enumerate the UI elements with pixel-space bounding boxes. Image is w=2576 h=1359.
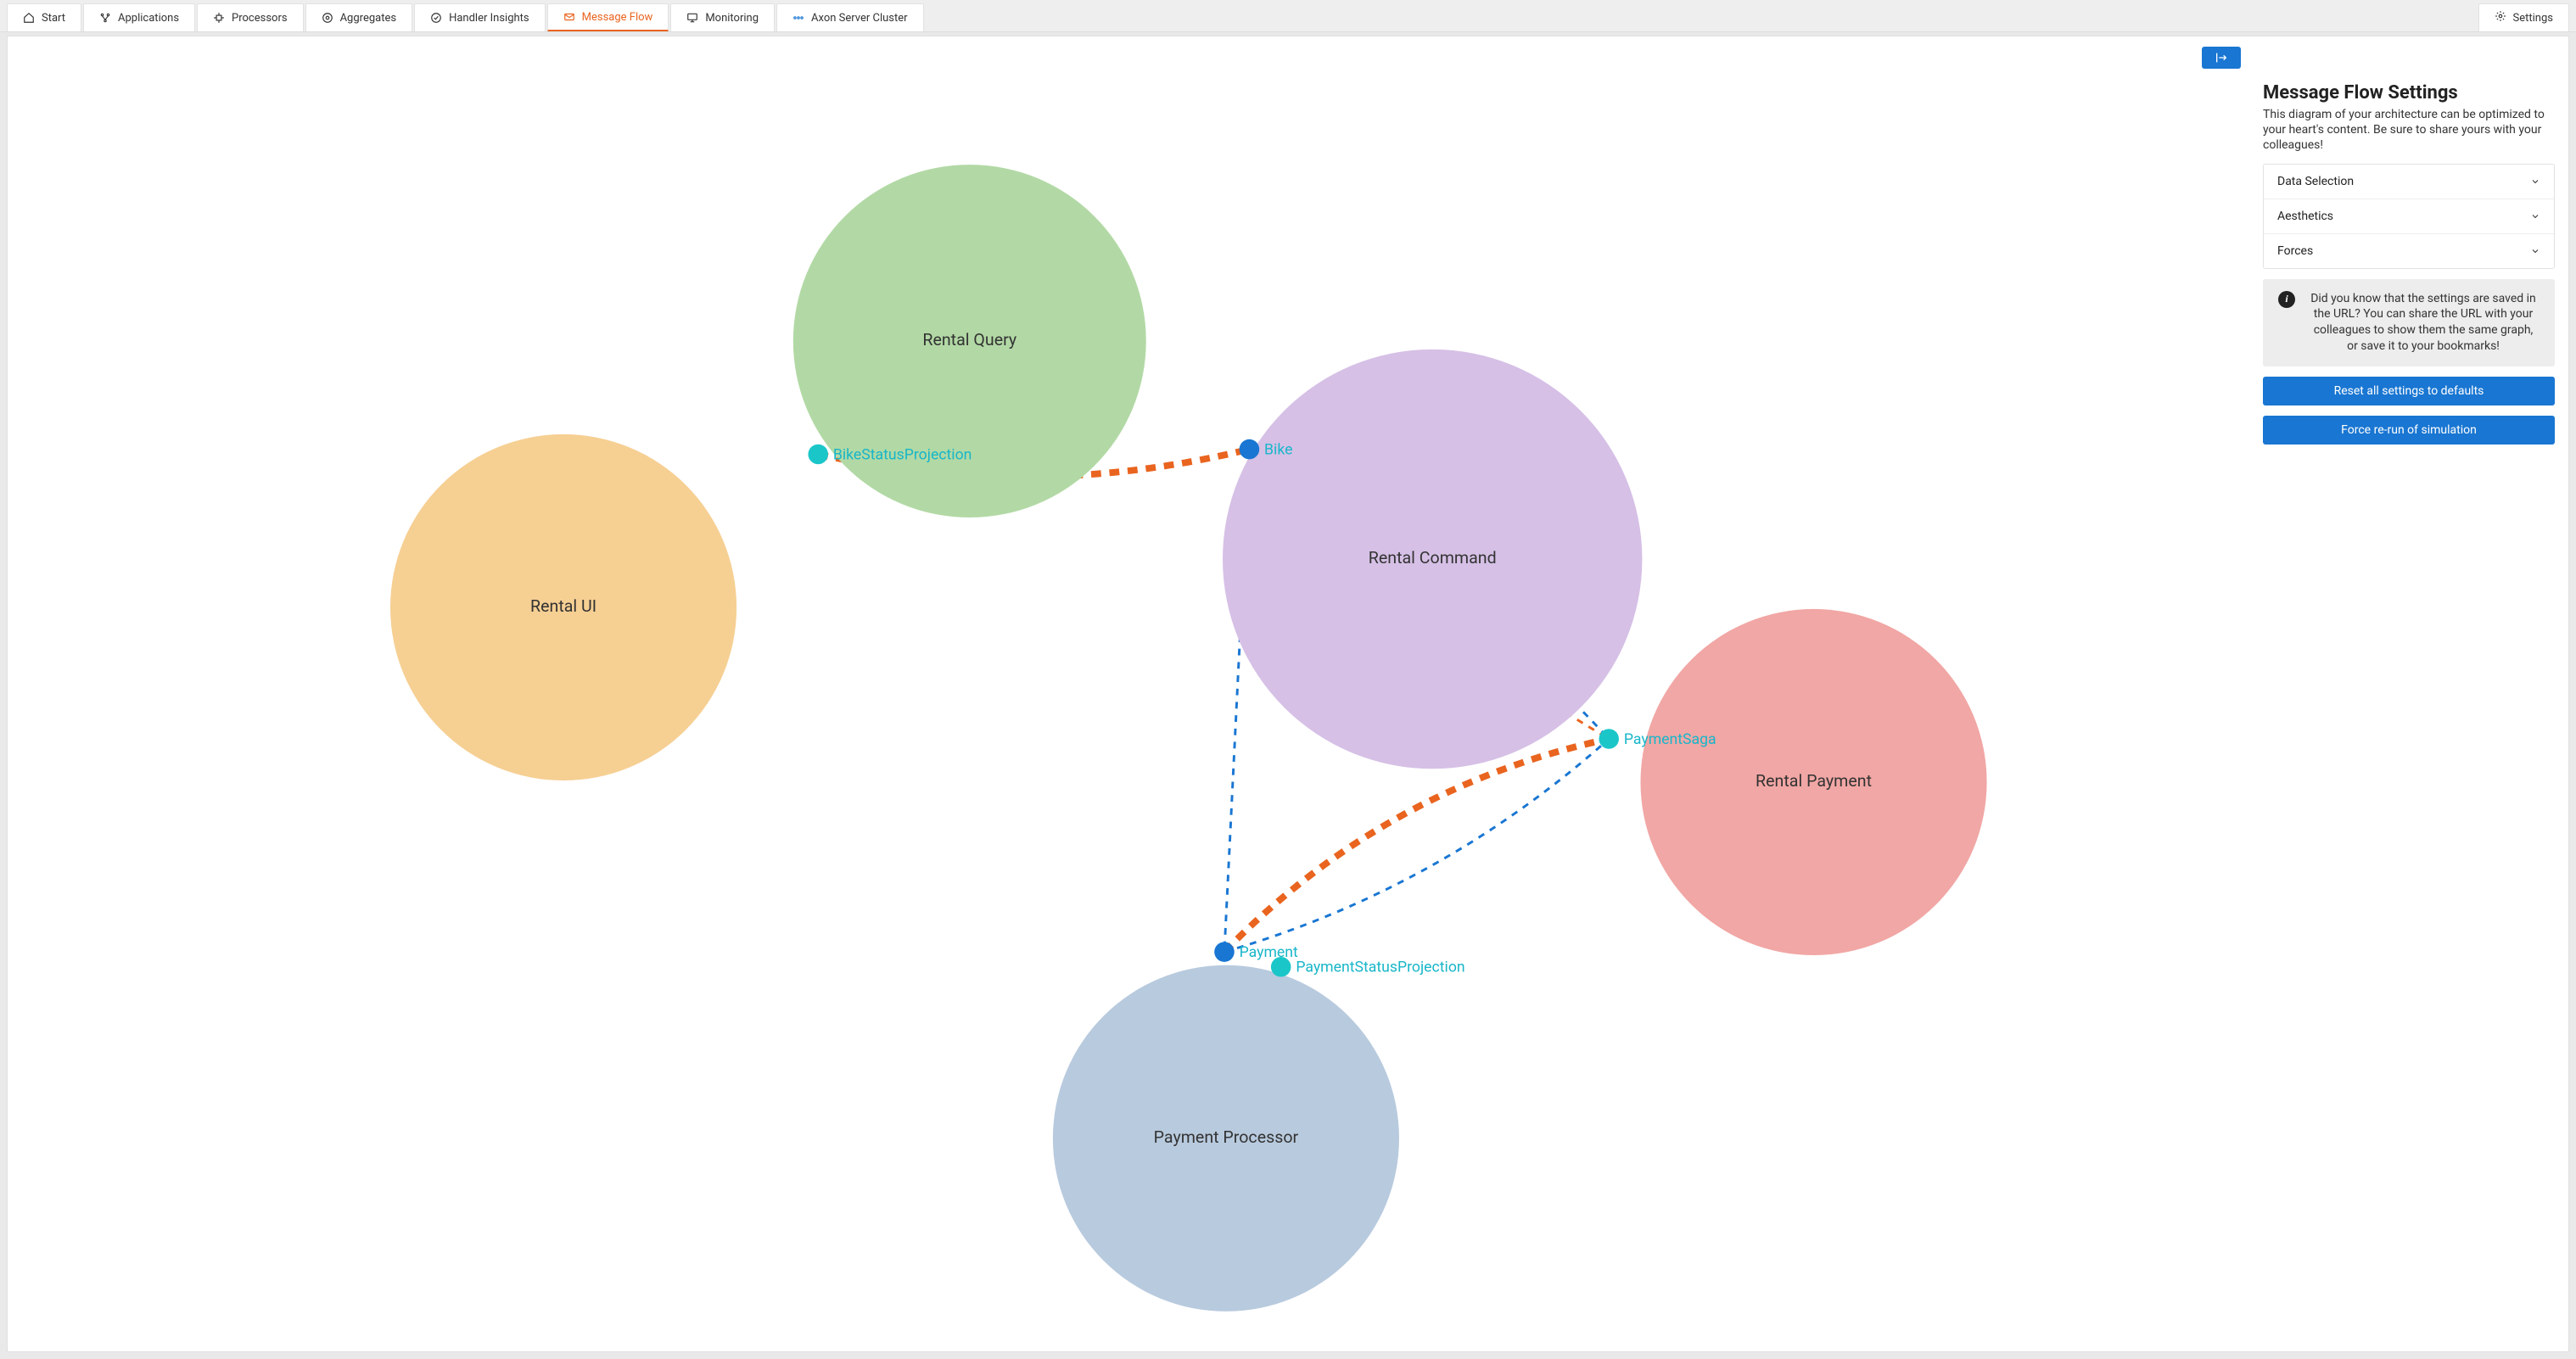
domain-label: Payment Processor bbox=[1154, 1127, 1299, 1147]
tab-label: Applications bbox=[118, 12, 179, 25]
info-icon: i bbox=[2278, 291, 2295, 308]
domain-label: Rental Command bbox=[1369, 548, 1497, 568]
tab-label: Monitoring bbox=[705, 12, 759, 25]
edge bbox=[1224, 739, 1609, 952]
domain-label: Rental UI bbox=[530, 596, 596, 616]
small-node-label: Bike bbox=[1264, 441, 1292, 458]
top-nav: Start Applications Processors Aggregates… bbox=[0, 0, 2576, 32]
accordion-label: Forces bbox=[2277, 244, 2313, 258]
accordion-aesthetics[interactable]: Aesthetics bbox=[2264, 199, 2554, 234]
small-node-label: PaymentSaga bbox=[1624, 731, 1716, 748]
handler-icon bbox=[430, 12, 442, 24]
accordion-data-selection[interactable]: Data Selection bbox=[2264, 165, 2554, 199]
chevron-down-icon bbox=[2530, 176, 2540, 187]
small-node-bike-status-projection[interactable] bbox=[808, 445, 828, 465]
info-box: i Did you know that the settings are sav… bbox=[2263, 279, 2555, 367]
small-node-label: BikeStatusProjection bbox=[833, 446, 972, 463]
aggregates-icon bbox=[322, 12, 333, 24]
apps-icon bbox=[99, 12, 111, 24]
domain-label: Rental Payment bbox=[1756, 771, 1872, 791]
tab-label: Aggregates bbox=[340, 12, 397, 25]
reset-settings-button[interactable]: Reset all settings to defaults bbox=[2263, 377, 2555, 405]
workspace: Rental UI Rental Query Rental Command Renta… bbox=[7, 36, 2569, 1352]
mail-icon bbox=[563, 11, 575, 23]
small-node-payment-status-projection[interactable] bbox=[1271, 957, 1291, 977]
small-node-bike[interactable] bbox=[1240, 439, 1260, 460]
small-node-payment[interactable] bbox=[1214, 942, 1235, 962]
settings-panel: Message Flow Settings This diagram of yo… bbox=[2263, 36, 2568, 1351]
panel-header: Message Flow Settings This diagram of yo… bbox=[2263, 82, 2555, 154]
tab-label: Message Flow bbox=[582, 11, 653, 24]
tab-start[interactable]: Start bbox=[7, 3, 81, 31]
chevron-down-icon bbox=[2530, 211, 2540, 221]
info-text: Did you know that the settings are saved… bbox=[2307, 291, 2540, 355]
tab-applications[interactable]: Applications bbox=[83, 3, 195, 31]
tab-label: Start bbox=[42, 12, 65, 25]
panel-subtitle: This diagram of your architecture can be… bbox=[2263, 107, 2555, 154]
home-icon bbox=[23, 12, 35, 24]
tab-aggregates[interactable]: Aggregates bbox=[305, 3, 413, 31]
tab-axon-server-cluster[interactable]: Axon Server Cluster bbox=[776, 3, 924, 31]
panel-title: Message Flow Settings bbox=[2263, 82, 2555, 103]
accordion-forces[interactable]: Forces bbox=[2264, 234, 2554, 268]
small-node-payment-saga[interactable] bbox=[1599, 729, 1619, 749]
small-node-label: Payment bbox=[1240, 944, 1298, 961]
small-node-label: PaymentStatusProjection bbox=[1296, 959, 1464, 976]
processors-icon bbox=[213, 12, 225, 24]
accordion-label: Aesthetics bbox=[2277, 210, 2333, 223]
settings-label: Settings bbox=[2513, 12, 2553, 25]
tab-settings[interactable]: Settings bbox=[2478, 3, 2569, 31]
edge bbox=[1224, 739, 1609, 952]
accordion-label: Data Selection bbox=[2277, 175, 2354, 188]
diagram-svg: Rental UI Rental Query Rental Command Renta… bbox=[8, 36, 2263, 1351]
tab-monitoring[interactable]: Monitoring bbox=[670, 3, 775, 31]
tab-processors[interactable]: Processors bbox=[197, 3, 304, 31]
tab-label: Processors bbox=[232, 12, 288, 25]
tab-label: Handler Insights bbox=[449, 12, 529, 25]
tab-message-flow[interactable]: Message Flow bbox=[547, 3, 669, 31]
domain-label: Rental Query bbox=[922, 330, 1017, 350]
nav-spacer bbox=[924, 0, 2478, 31]
cluster-icon bbox=[792, 12, 804, 24]
chevron-down-icon bbox=[2530, 246, 2540, 256]
tab-label: Axon Server Cluster bbox=[811, 12, 908, 25]
gear-icon bbox=[2495, 10, 2506, 25]
monitor-icon bbox=[686, 12, 698, 24]
tab-strip: Start Applications Processors Aggregates… bbox=[7, 0, 924, 31]
settings-accordion: Data Selection Aesthetics Forces bbox=[2263, 164, 2555, 269]
diagram-canvas[interactable]: Rental UI Rental Query Rental Command Renta… bbox=[8, 36, 2263, 1351]
tab-handler-insights[interactable]: Handler Insights bbox=[414, 3, 546, 31]
rerun-simulation-button[interactable]: Force re-run of simulation bbox=[2263, 416, 2555, 445]
